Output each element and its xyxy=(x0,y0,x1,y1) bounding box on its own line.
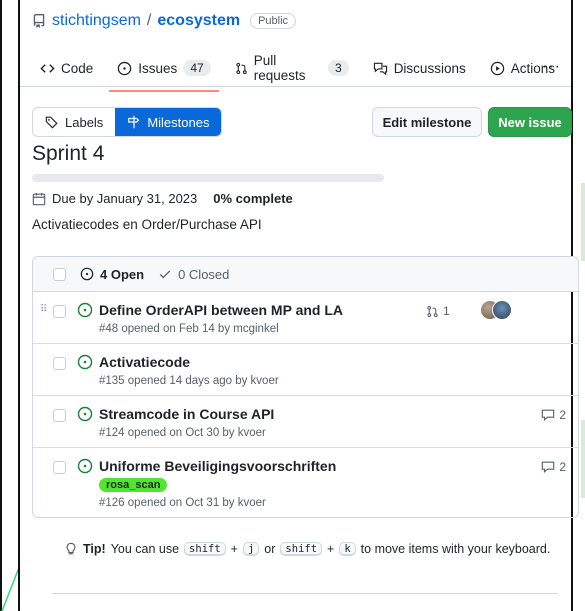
issue-open-icon xyxy=(77,406,93,422)
open-filter[interactable]: 4 Open xyxy=(80,267,144,282)
labels-button[interactable]: Labels xyxy=(33,108,115,136)
tab-label: Pull requests xyxy=(253,53,306,83)
closed-count-label: 0 Closed xyxy=(178,266,230,282)
issue-opened-icon xyxy=(80,267,94,281)
linked-pr-count: 1 xyxy=(443,304,450,318)
milestone-due: Due by January 31, 2023 0% complete xyxy=(32,191,293,206)
comment-icon xyxy=(542,409,555,422)
kbd-key: j xyxy=(242,542,260,556)
comments-link[interactable]: 2 xyxy=(541,460,566,474)
keyboard-tip: Tip! You can use shift + j or shift + k … xyxy=(64,542,550,556)
comments-link[interactable]: 2 xyxy=(541,408,566,422)
issue-meta: #48 opened on Feb 14 by mcginkel xyxy=(99,323,279,335)
pr-count-badge: 3 xyxy=(328,60,349,76)
tip-text: to move items with your keyboard. xyxy=(360,542,551,556)
issue-open-icon xyxy=(77,302,93,318)
issue-checkbox[interactable] xyxy=(53,461,66,474)
repo-owner-link[interactable]: stichtingsem xyxy=(52,12,141,30)
issue-opened-icon xyxy=(118,61,132,75)
linked-pr-link[interactable]: 1 xyxy=(426,304,450,318)
comment-discussion-icon xyxy=(373,62,387,75)
new-issue-button[interactable]: New issue xyxy=(488,107,572,137)
tip-text: You can use xyxy=(110,542,180,556)
percent-complete: 0% complete xyxy=(213,191,293,206)
repo-header: stichtingsem / ecosystem Public xyxy=(32,12,297,30)
labels-milestones-toggle: Labels Milestones xyxy=(32,107,223,137)
milestone-icon xyxy=(128,115,140,129)
tip-prefix: Tip! xyxy=(83,542,106,556)
milestone-title: Sprint 4 xyxy=(32,142,105,165)
issue-checkbox[interactable] xyxy=(53,305,66,318)
issue-open-icon xyxy=(77,354,93,370)
issue-checkbox[interactable] xyxy=(53,409,66,422)
drag-handle-icon[interactable]: ⠿ xyxy=(40,304,47,315)
tab-label: Issues xyxy=(138,60,178,76)
issue-open-icon xyxy=(77,458,93,474)
tab-issues[interactable]: Issues 47 xyxy=(109,54,220,92)
light-bulb-icon xyxy=(66,542,76,555)
github-milestone-page: stichtingsem / ecosystem Public Code Iss… xyxy=(18,0,579,611)
milestone-progress-bar xyxy=(32,174,384,182)
tip-or: or xyxy=(264,542,276,556)
select-all-checkbox[interactable] xyxy=(53,267,66,281)
repo-nav-tabs: Code Issues 47 Pull requests 3 Discussio… xyxy=(32,47,571,92)
assignee-avatars[interactable] xyxy=(480,300,514,320)
tip-plus: + xyxy=(327,542,335,556)
right-accent xyxy=(581,420,585,498)
issue-meta: #124 opened on Oct 30 by kvoer xyxy=(99,427,266,439)
tag-icon xyxy=(45,116,58,129)
tab-discussions[interactable]: Discussions xyxy=(365,55,474,82)
issue-row[interactable]: Activatiecode #135 opened 14 days ago by… xyxy=(33,344,578,396)
issue-meta: #135 opened 14 days ago by kvoer xyxy=(99,375,279,387)
edit-milestone-button[interactable]: Edit milestone xyxy=(372,107,482,137)
tip-plus: + xyxy=(230,542,238,556)
issue-meta: #126 opened on Oct 31 by kvoer xyxy=(99,497,266,509)
milestones-label: Milestones xyxy=(147,114,210,130)
avatar[interactable] xyxy=(492,300,512,320)
repo-icon xyxy=(33,14,45,28)
issue-label[interactable]: rosa_scan xyxy=(99,478,168,492)
issues-count-badge: 47 xyxy=(183,60,211,76)
tab-label: Discussions xyxy=(393,60,466,76)
issue-title-link[interactable]: Activatiecode xyxy=(99,354,578,370)
comment-count: 2 xyxy=(559,408,566,422)
git-pull-request-icon xyxy=(427,305,438,317)
footer-divider xyxy=(52,593,558,594)
issue-checkbox[interactable] xyxy=(53,357,66,370)
play-icon xyxy=(490,61,504,75)
check-icon xyxy=(159,270,171,279)
issue-row[interactable]: Uniforme Beveiligingsvoorschriften rosa_… xyxy=(33,448,578,517)
repo-separator: / xyxy=(146,12,152,29)
labels-label: Labels xyxy=(65,114,104,130)
kbd-key: shift xyxy=(184,542,226,556)
milestone-description: Activatiecodes en Order/Purchase API xyxy=(32,217,262,232)
left-edge xyxy=(0,0,2,611)
more-tabs-button[interactable]: ··· xyxy=(542,58,561,76)
milestones-button[interactable]: Milestones xyxy=(115,108,222,136)
comment-icon xyxy=(542,461,555,474)
tab-code[interactable]: Code xyxy=(32,55,101,82)
closed-filter[interactable]: 0 Closed xyxy=(158,267,229,282)
code-icon xyxy=(40,63,55,73)
issue-title-link[interactable]: Uniforme Beveiligingsvoorschriften xyxy=(99,458,578,474)
kbd-key: k xyxy=(339,542,356,556)
comment-count: 2 xyxy=(559,460,566,474)
calendar-icon xyxy=(32,192,46,205)
issue-title-link[interactable]: Streamcode in Course API xyxy=(99,406,578,422)
issue-row[interactable]: ⠿ Define OrderAPI between MP and LA #48 … xyxy=(33,292,578,344)
tabs-divider xyxy=(20,86,571,87)
tab-label: Code xyxy=(61,60,94,76)
git-pull-request-icon xyxy=(236,62,247,74)
kbd-key: shift xyxy=(280,542,323,556)
issue-row[interactable]: Streamcode in Course API #124 opened on … xyxy=(33,396,578,448)
due-date: Due by January 31, 2023 xyxy=(52,191,198,206)
issues-list: 4 Open 0 Closed ⠿ Define OrderAPI betwee… xyxy=(32,256,579,518)
right-accent xyxy=(581,183,585,261)
repo-name-link[interactable]: ecosystem xyxy=(157,12,240,30)
open-count-label: 4 Open xyxy=(100,266,145,282)
issues-list-header: 4 Open 0 Closed xyxy=(33,257,578,292)
visibility-badge: Public xyxy=(250,13,297,29)
tab-pull-requests[interactable]: Pull requests 3 xyxy=(227,47,357,89)
